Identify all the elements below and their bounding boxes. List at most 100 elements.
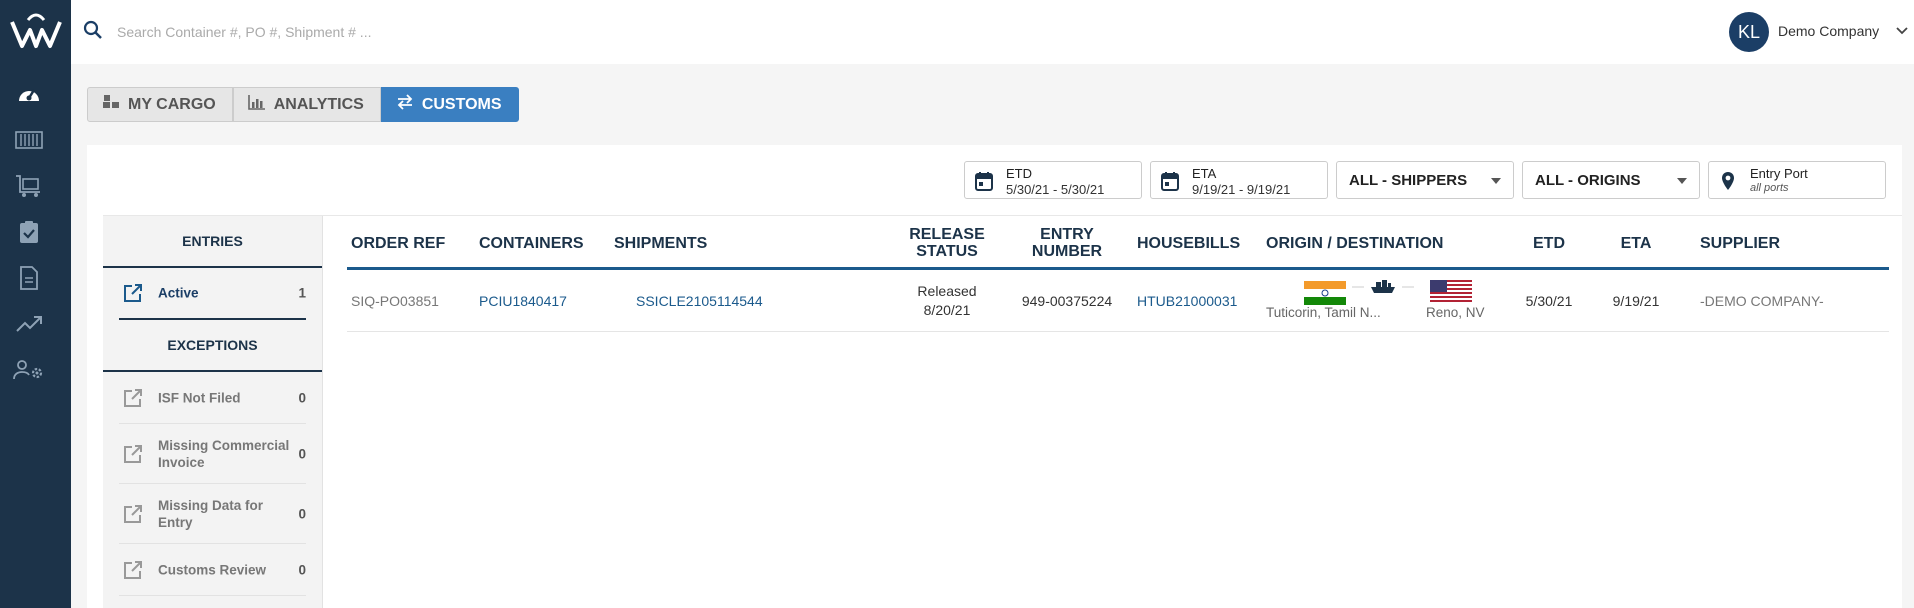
eta-cell: 9/19/21 xyxy=(1612,292,1660,309)
sidebar-item-missing-data-for-entry[interactable]: Missing Data for Entry 0 xyxy=(119,484,306,544)
etd-filter-label: ETD xyxy=(1006,166,1032,181)
housebill-link[interactable]: HTUB21000031 xyxy=(1137,270,1237,332)
tab-label: CUSTOMS xyxy=(421,95,502,113)
customs-panel: ETD 5/30/21 - 5/30/21 ETA 9/19/21 - 9/19… xyxy=(87,145,1902,608)
col-release-status[interactable]: RELEASE STATUS xyxy=(892,216,1002,270)
eta-filter[interactable]: ETA 9/19/21 - 9/19/21 xyxy=(1150,161,1328,199)
release-status: Released xyxy=(917,283,977,299)
sidebar-item-active[interactable]: Active 1 xyxy=(119,268,306,320)
table-row[interactable]: SIQ-PO03851 PCIU1840417 SSICLE2105114544… xyxy=(347,270,1889,332)
chevron-down-icon[interactable] xyxy=(1895,22,1909,45)
col-supplier[interactable]: SUPPLIER xyxy=(1700,216,1780,270)
col-label: STATUS xyxy=(916,243,978,260)
cart-icon[interactable] xyxy=(12,169,46,203)
clipboard-check-icon[interactable] xyxy=(12,215,46,249)
sidebar-item-label: Customs Review xyxy=(158,562,267,577)
ship-icon xyxy=(1371,280,1395,293)
col-shipments[interactable]: SHIPMENTS xyxy=(614,216,707,270)
sidebar-item-count: 0 xyxy=(298,446,306,461)
origins-dropdown[interactable]: ALL - ORIGINS xyxy=(1522,161,1700,199)
tab-customs[interactable]: CUSTOMS xyxy=(380,87,519,122)
origins-dropdown-value: ALL - ORIGINS xyxy=(1535,172,1641,189)
sidebar-item-count: 0 xyxy=(298,562,306,577)
col-label: NUMBER xyxy=(1031,243,1103,260)
company-name[interactable]: Demo Company xyxy=(1778,23,1879,39)
col-housebills[interactable]: HOUSEBILLS xyxy=(1137,216,1240,270)
exchange-icon xyxy=(396,94,414,115)
tab-analytics[interactable]: ANALYTICS xyxy=(232,87,381,122)
avatar[interactable]: KL xyxy=(1729,12,1769,52)
container-link[interactable]: PCIU1840417 xyxy=(479,270,567,332)
tab-my-cargo[interactable]: MY CARGO xyxy=(87,87,233,122)
search-icon xyxy=(83,20,103,45)
eta-filter-label: ETA xyxy=(1192,166,1217,181)
col-etd[interactable]: ETD xyxy=(1519,216,1579,270)
shippers-dropdown[interactable]: ALL - SHIPPERS xyxy=(1336,161,1514,199)
route-line xyxy=(1352,286,1364,288)
external-link-icon xyxy=(123,560,143,585)
calendar-icon xyxy=(975,171,993,196)
entry-port-label: Entry Port xyxy=(1750,166,1808,181)
caret-down-icon xyxy=(1677,178,1687,184)
exceptions-header: EXCEPTIONS xyxy=(103,320,322,372)
etd-filter-value: 5/30/21 - 5/30/21 xyxy=(1006,182,1105,197)
sidebar-item-label: Active xyxy=(158,285,199,301)
col-entry-number[interactable]: ENTRY NUMBER xyxy=(1017,216,1117,270)
destination-city: Reno, NV xyxy=(1426,305,1485,320)
col-origin-destination[interactable]: ORIGIN / DESTINATION xyxy=(1266,216,1443,270)
external-link-icon xyxy=(123,283,143,308)
release-status-cell: Released 8/20/21 xyxy=(892,270,1002,332)
nav-rail xyxy=(0,0,71,608)
sidebar-item-count: 0 xyxy=(298,390,306,405)
tab-label: ANALYTICS xyxy=(273,95,364,113)
sidebar-item-count: 1 xyxy=(298,285,306,301)
document-icon[interactable] xyxy=(12,261,46,295)
app-logo-icon[interactable] xyxy=(0,0,71,64)
external-link-icon xyxy=(123,388,143,413)
etd-filter[interactable]: ETD 5/30/21 - 5/30/21 xyxy=(964,161,1142,199)
bar-chart-icon xyxy=(247,94,266,115)
us-flag-icon xyxy=(1430,280,1472,304)
tab-label: MY CARGO xyxy=(128,95,216,113)
route-line xyxy=(1402,286,1414,288)
eta-filter-value: 9/19/21 - 9/19/21 xyxy=(1192,182,1291,197)
module-tabs: MY CARGO ANALYTICS CUSTOMS xyxy=(87,87,519,122)
col-order-ref[interactable]: ORDER REF xyxy=(351,216,445,270)
top-bar: KL Demo Company xyxy=(71,0,1914,64)
table-header: ORDER REF CONTAINERS SHIPMENTS RELEASE S… xyxy=(347,216,1889,270)
origin-city: Tuticorin, Tamil N... xyxy=(1266,305,1381,320)
entry-port-filter[interactable]: Entry Port all ports xyxy=(1708,161,1886,199)
col-label: RELEASE xyxy=(909,226,985,243)
sidebar-item-customs-review[interactable]: Customs Review 0 xyxy=(119,544,306,596)
sidebar-item-missing-commercial-invoice[interactable]: Missing Commercial Invoice 0 xyxy=(119,424,306,484)
sidebar-item-label: Missing Commercial Invoice xyxy=(158,437,290,470)
etd-cell: 5/30/21 xyxy=(1525,292,1573,309)
pallet-icon xyxy=(102,94,120,115)
shipment-link[interactable]: SSICLE2105114544 xyxy=(636,270,763,332)
sidebar-item-label: ISF Not Filed xyxy=(158,390,241,405)
container-icon[interactable] xyxy=(12,123,46,157)
search-input[interactable] xyxy=(117,18,617,46)
map-pin-icon xyxy=(1721,171,1735,196)
sidebar-item-isf-not-filed[interactable]: ISF Not Filed 0 xyxy=(119,372,306,424)
trend-icon[interactable] xyxy=(12,307,46,341)
entry-port-value: all ports xyxy=(1750,182,1789,194)
users-settings-icon[interactable] xyxy=(12,353,46,387)
supplier-cell: -DEMO COMPANY- xyxy=(1700,293,1824,309)
order-ref-cell: SIQ-PO03851 xyxy=(351,293,439,309)
external-link-icon xyxy=(123,504,143,529)
col-containers[interactable]: CONTAINERS xyxy=(479,216,584,270)
entries-header: ENTRIES xyxy=(103,216,322,268)
sidebar-item-count: 0 xyxy=(298,506,306,521)
external-link-icon xyxy=(123,444,143,469)
col-label: ENTRY xyxy=(1040,226,1094,243)
india-flag-icon xyxy=(1304,281,1346,305)
col-eta[interactable]: ETA xyxy=(1606,216,1666,270)
entries-sidebar: ENTRIES Active 1 EXCEPTIONS ISF Not File… xyxy=(103,216,323,608)
entry-number-cell: 949-00375224 xyxy=(1021,292,1113,309)
caret-down-icon xyxy=(1491,178,1501,184)
dashboard-icon[interactable] xyxy=(12,77,46,111)
calendar-icon xyxy=(1161,171,1179,196)
origin-destination-cell: Tuticorin, Tamil N... Reno, NV xyxy=(1266,270,1509,332)
sidebar-item-label: Missing Data for Entry xyxy=(158,497,264,530)
